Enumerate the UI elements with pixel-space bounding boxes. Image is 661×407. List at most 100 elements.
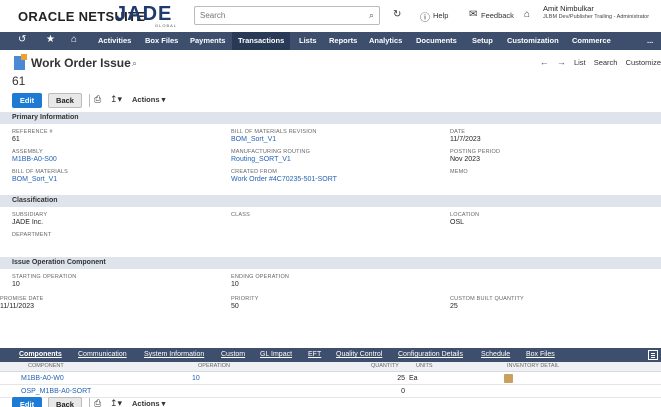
reference-label: REFERENCE #	[12, 129, 53, 135]
subtab-menu-icon[interactable]	[648, 350, 658, 360]
user-menu[interactable]: Amit Nimbulkar JLBM Dev/Publisher Traili…	[543, 4, 661, 20]
created-from-link[interactable]: Work Order #4C70235-501-SORT	[231, 176, 337, 183]
tab-configuration-details[interactable]: Configuration Details	[398, 348, 463, 362]
bottom-back-button[interactable]: Back	[48, 397, 82, 407]
units-cell: Ea	[409, 375, 418, 382]
primary-info-header[interactable]: Primary Information	[0, 112, 661, 124]
tab-system-information[interactable]: System Information	[144, 348, 204, 362]
feedback-link[interactable]: Feedback	[481, 11, 514, 20]
company-logo-subtext: GLOBAL	[155, 23, 178, 28]
custom-qty-label: CUSTOM BUILT QUANTITY	[450, 296, 524, 302]
bom-link[interactable]: BOM_Sort_V1	[12, 176, 68, 183]
nav-activities[interactable]: Activities	[92, 32, 137, 50]
class-label: CLASS	[231, 212, 251, 218]
reference-value: 61	[12, 136, 20, 143]
col-inventory-detail[interactable]: INVENTORY DETAIL	[507, 363, 559, 369]
tab-custom[interactable]: Custom	[221, 348, 245, 362]
posting-period-value: Nov 2023	[450, 156, 480, 163]
priority-label: PRIORITY	[231, 296, 259, 302]
nav-customization[interactable]: Customization	[501, 32, 565, 50]
table-row[interactable]: M1BB-A0-W0 10 25 Ea	[0, 373, 661, 385]
nav-lists[interactable]: Lists	[293, 32, 323, 50]
component-link[interactable]: OSP_M1BB-A0-SORT	[21, 388, 91, 395]
nav-analytics[interactable]: Analytics	[363, 32, 408, 50]
col-units[interactable]: UNITS	[416, 363, 433, 369]
assembly-field: ASSEMBLY M1BB-A0-S00	[12, 149, 57, 163]
search-link[interactable]: Search	[594, 58, 618, 67]
bottom-print-icon[interactable]: ⎙	[94, 398, 101, 407]
tab-eft[interactable]: EFT	[308, 348, 321, 362]
search-icon[interactable]: ⌕	[369, 10, 374, 21]
nav-documents[interactable]: Documents	[410, 32, 463, 50]
tab-quality-control[interactable]: Quality Control	[336, 348, 382, 362]
export-icon[interactable]: ↥▾	[110, 94, 122, 105]
actions-label: Actions	[132, 95, 160, 104]
col-component[interactable]: COMPONENT	[28, 363, 64, 369]
inventory-detail-icon[interactable]	[504, 374, 513, 383]
star-icon[interactable]: ★	[46, 34, 55, 45]
global-search-input[interactable]	[195, 7, 355, 24]
routing-link[interactable]: Routing_SORT_V1	[231, 156, 310, 163]
tab-components[interactable]: Components	[19, 348, 62, 362]
department-label: DEPARTMENT	[12, 232, 52, 238]
tab-gl-impact[interactable]: GL Impact	[260, 348, 292, 362]
previous-record-icon[interactable]: ←	[540, 57, 549, 67]
record-search-icon[interactable]: ⌕	[132, 58, 137, 69]
location-field: LOCATION OSL	[450, 212, 479, 226]
home-icon[interactable]: ⌂	[71, 34, 77, 45]
help-link[interactable]: Help	[433, 11, 448, 20]
bom-revision-link[interactable]: BOM_Sort_V1	[231, 136, 317, 143]
ending-operation-field: ENDING OPERATION 10	[231, 274, 289, 288]
tab-communication[interactable]: Communication	[78, 348, 127, 362]
promise-date-field: PROMISE DATE 11/11/2023	[0, 296, 44, 310]
priority-value: 50	[231, 303, 239, 310]
nav-reports[interactable]: Reports	[323, 32, 363, 50]
nav-commerce[interactable]: Commerce	[566, 32, 617, 50]
actions-menu[interactable]: Actions ▾	[132, 95, 165, 104]
history-icon[interactable]: ↺	[18, 34, 26, 45]
quantity-cell: 25	[397, 375, 405, 382]
bottom-actions-menu[interactable]: Actions ▾	[132, 399, 165, 407]
operation-header[interactable]: Issue Operation Component	[0, 257, 661, 269]
customize-link[interactable]: Customize	[626, 58, 661, 67]
recent-records-icon[interactable]: ↻	[393, 9, 401, 20]
location-label: LOCATION	[450, 212, 480, 218]
operation-link[interactable]: 10	[192, 375, 200, 382]
nav-transactions[interactable]: Transactions	[232, 32, 291, 50]
starting-operation-label: STARTING OPERATION	[12, 274, 77, 280]
date-field: DATE 11/7/2023	[450, 129, 481, 143]
custom-qty-field: CUSTOM BUILT QUANTITY 25	[450, 296, 524, 310]
feedback-icon[interactable]: ✉	[469, 9, 477, 20]
bottom-export-icon[interactable]: ↥▾	[110, 398, 122, 407]
component-link[interactable]: M1BB-A0-W0	[21, 375, 64, 382]
classification-header[interactable]: Classification	[0, 195, 661, 207]
table-row[interactable]: OSP_M1BB-A0-SORT 0	[0, 386, 661, 398]
reference-field: REFERENCE # 61	[12, 129, 53, 143]
nav-payments[interactable]: Payments	[184, 32, 231, 50]
bom-field: BILL OF MATERIALS BOM_Sort_V1	[12, 169, 68, 183]
tab-box-files[interactable]: Box Files	[526, 348, 555, 362]
list-link[interactable]: List	[574, 58, 586, 67]
record-tools: ← → List Search Customize	[534, 57, 661, 67]
next-record-icon[interactable]: →	[557, 57, 566, 67]
role-switch-icon[interactable]: ⌂	[524, 9, 530, 20]
nav-more[interactable]: ...	[641, 32, 659, 50]
bottom-edit-button[interactable]: Edit	[12, 397, 42, 407]
col-operation[interactable]: OPERATION	[198, 363, 230, 369]
ending-operation-label: ENDING OPERATION	[231, 274, 290, 280]
subsidiary-label: SUBSIDIARY	[12, 212, 48, 218]
nav-setup[interactable]: Setup	[466, 32, 499, 50]
help-icon[interactable]: ⓘ	[420, 9, 430, 24]
edit-button[interactable]: Edit	[12, 93, 42, 108]
components-grid-header: COMPONENT OPERATION QUANTITY UNITS INVEN…	[0, 362, 661, 372]
assembly-link[interactable]: M1BB-A0-S00	[12, 156, 57, 163]
nav-box-files[interactable]: Box Files	[139, 32, 184, 50]
back-button[interactable]: Back	[48, 93, 82, 108]
col-quantity[interactable]: QUANTITY	[371, 363, 399, 369]
custom-qty-value: 25	[450, 303, 458, 310]
tab-schedule[interactable]: Schedule	[481, 348, 510, 362]
subtab-bar: Components Communication System Informat…	[0, 348, 661, 362]
posting-period-label: POSTING PERIOD	[450, 149, 501, 155]
print-icon[interactable]: ⎙	[94, 94, 101, 105]
priority-field: PRIORITY 50	[231, 296, 259, 310]
